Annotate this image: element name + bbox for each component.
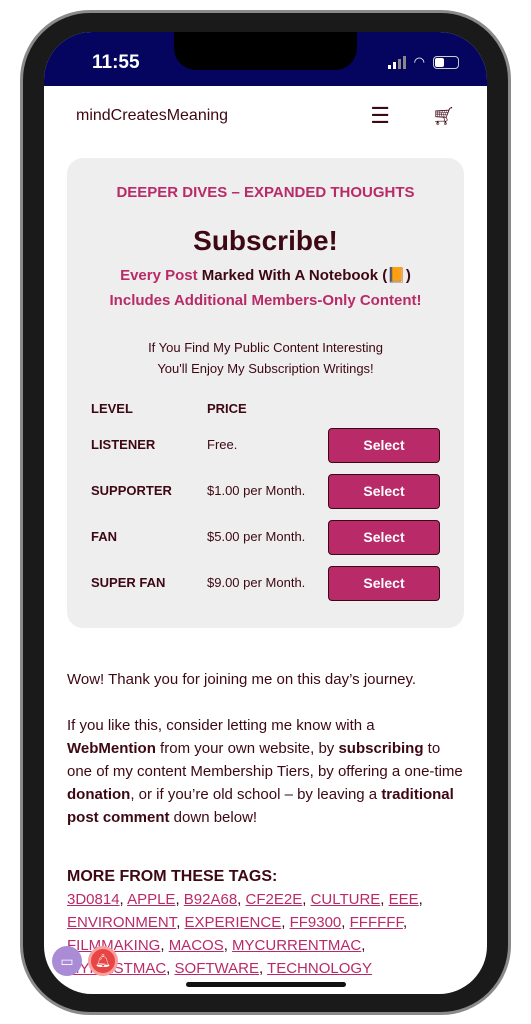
subtitle-text: Marked With A Notebook ( bbox=[201, 267, 388, 284]
tag-link[interactable]: SOFTWARE bbox=[175, 960, 259, 977]
card-note: If You Find My Public Content Interestin… bbox=[91, 337, 440, 379]
tier-price: $1.00 per Month. bbox=[207, 483, 306, 498]
note-line: If You Find My Public Content Interestin… bbox=[148, 340, 383, 355]
tag-link[interactable]: B92A68 bbox=[184, 891, 237, 908]
tags-section: MORE FROM THESE TAGS: 3D0814, APPLE, B92… bbox=[67, 865, 464, 980]
thanks-paragraph: Wow! Thank you for joining me on this da… bbox=[67, 671, 417, 688]
header-level: LEVEL bbox=[91, 401, 133, 416]
tier-row: SUPPORTER $1.00 per Month. Select bbox=[91, 468, 440, 514]
select-button[interactable]: Select bbox=[328, 473, 440, 509]
tag-link[interactable]: CULTURE bbox=[311, 891, 381, 908]
screen: 11:55 ◠ mindCreatesMeaning ☰ 🛒︎ DEEPER D… bbox=[44, 32, 487, 994]
tier-row: LISTENER Free. Select bbox=[91, 422, 440, 468]
tier-price: $9.00 per Month. bbox=[207, 575, 306, 590]
select-button[interactable]: Select bbox=[328, 519, 440, 555]
notification-bell-button[interactable]: 🔔︎ bbox=[88, 946, 118, 976]
cart-icon[interactable]: 🛒︎ bbox=[432, 106, 455, 127]
select-button[interactable]: Select bbox=[328, 565, 440, 601]
text: If you like this, consider letting me kn… bbox=[67, 717, 375, 734]
tier-level: LISTENER bbox=[91, 437, 156, 452]
emphasis: donation bbox=[67, 786, 131, 803]
select-button[interactable]: Select bbox=[328, 427, 440, 463]
tier-level: SUPER FAN bbox=[91, 575, 166, 590]
site-header: mindCreatesMeaning ☰ 🛒︎ bbox=[44, 86, 487, 146]
tags-heading: MORE FROM THESE TAGS: bbox=[67, 868, 278, 885]
header-price: PRICE bbox=[207, 401, 247, 416]
tier-price: Free. bbox=[207, 437, 238, 452]
tier-price: $5.00 per Month. bbox=[207, 529, 306, 544]
emphasis: WebMention bbox=[67, 740, 156, 757]
card-subtitle: Every Post Marked With A Notebook (📙) In… bbox=[91, 263, 440, 313]
notebook-icon: 📙 bbox=[387, 267, 406, 284]
tag-link[interactable]: MYCURRENTMAC bbox=[232, 937, 361, 954]
text: down below! bbox=[169, 809, 258, 826]
wifi-icon: ◠ bbox=[413, 54, 425, 69]
home-indicator bbox=[186, 982, 346, 987]
feedback-paragraph: If you like this, consider letting me kn… bbox=[67, 714, 464, 829]
battery-icon bbox=[433, 55, 459, 69]
tier-table: LEVEL PRICE LISTENER Free. Select SUPPORTER $… bbox=[91, 395, 440, 606]
notch bbox=[174, 32, 357, 70]
tag-link[interactable]: EEE bbox=[389, 891, 419, 908]
tag-link[interactable]: MACOS bbox=[169, 937, 224, 954]
tier-row: SUPER FAN $9.00 per Month. Select bbox=[91, 560, 440, 606]
tag-link[interactable]: ENVIRONMENT bbox=[67, 914, 176, 931]
status-bar: 11:55 ◠ bbox=[44, 32, 487, 86]
tag-link[interactable]: TECHNOLOGY bbox=[267, 960, 372, 977]
text: from your own website, by bbox=[155, 740, 339, 757]
tag-link[interactable]: 3D0814 bbox=[67, 891, 120, 908]
text: , or if you’re old school – by leaving a bbox=[130, 786, 382, 803]
post-body: Wow! Thank you for joining me on this da… bbox=[44, 668, 487, 980]
site-title[interactable]: mindCreatesMeaning bbox=[76, 107, 228, 125]
subtitle-line2: Includes Additional Members-Only Content… bbox=[109, 292, 422, 309]
tier-row: FAN $5.00 per Month. Select bbox=[91, 514, 440, 560]
tag-link[interactable]: CF2E2E bbox=[246, 891, 303, 908]
clock: 11:55 bbox=[92, 52, 140, 73]
tag-list: 3D0814, APPLE, B92A68, CF2E2E, CULTURE, … bbox=[67, 891, 423, 977]
tag-link[interactable]: APPLE bbox=[127, 891, 175, 908]
tag-link[interactable]: FFFFFF bbox=[350, 914, 403, 931]
subtitle-close: ) bbox=[405, 267, 411, 284]
emphasis: subscribing bbox=[338, 740, 424, 757]
tier-level: FAN bbox=[91, 529, 117, 544]
chat-button[interactable]: ▭ bbox=[52, 946, 82, 976]
tag-link[interactable]: EXPERIENCE bbox=[185, 914, 282, 931]
tag-link[interactable]: FF9300 bbox=[290, 914, 342, 931]
subscribe-card: DEEPER DIVES – EXPANDED THOUGHTS Subscri… bbox=[67, 158, 464, 628]
hamburger-icon[interactable]: ☰ bbox=[370, 103, 390, 129]
note-line: You'll Enjoy My Subscription Writings! bbox=[157, 361, 374, 376]
card-title: Subscribe! bbox=[193, 225, 338, 256]
signal-icon bbox=[387, 55, 406, 69]
card-kicker: DEEPER DIVES – EXPANDED THOUGHTS bbox=[116, 184, 415, 201]
tier-level: SUPPORTER bbox=[91, 483, 172, 498]
subtitle-pink: Every Post bbox=[120, 267, 198, 284]
